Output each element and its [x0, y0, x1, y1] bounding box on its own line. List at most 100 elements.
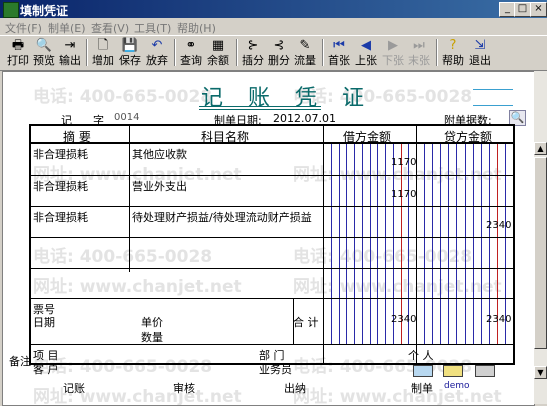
balance-button[interactable]: ▦ 余额 — [206, 37, 230, 68]
prev-icon: ◀ — [361, 38, 371, 53]
total-debit: 2340 — [391, 314, 417, 325]
total-credit: 2340 — [486, 314, 512, 325]
row2-debit[interactable]: 1170 — [391, 189, 416, 200]
title-bar: 填制凭证 _ □ × — [0, 0, 547, 18]
voucher-title: 记 账 凭 证 — [201, 86, 373, 111]
voucher-number-field[interactable]: 0014 — [114, 112, 139, 123]
digit-column-line — [432, 143, 434, 344]
menu-bar: 文件(F) 制单(E) 查看(V) 工具(T) 帮助(H) — [0, 18, 547, 35]
vertical-scrollbar[interactable]: ▲ ▼ — [534, 71, 547, 404]
row-divider — [31, 298, 513, 299]
column-separator — [129, 126, 130, 272]
add-icon: 🗋 — [97, 38, 109, 53]
query-button[interactable]: ⚭ 查询 — [179, 37, 203, 68]
header-row-divider — [31, 142, 513, 144]
digit-column-line — [440, 143, 442, 344]
digit-column-line — [354, 143, 355, 344]
delete-entry-button[interactable]: ⊰ 删分 — [267, 37, 291, 68]
row2-account[interactable]: 营业外支出 — [132, 178, 187, 194]
unit-price-label: 单价 — [141, 316, 163, 329]
toolbar-separator — [436, 39, 438, 66]
first-voucher-button[interactable]: ⏮ 首张 — [327, 37, 351, 68]
bookkeeper-label: 记账 — [63, 382, 85, 395]
app-icon — [3, 2, 19, 18]
toolbar-separator — [322, 39, 324, 66]
watermark-phone: 电话: 400-665-0028 — [33, 87, 213, 107]
cashflow-button[interactable]: ✎ 流量 — [293, 37, 317, 68]
exit-icon: ⇲ — [474, 38, 486, 53]
digit-column-line — [448, 143, 450, 344]
toolbar: 🖶 打印 🔍 预览 ⇥ 输出 🗋 增加 💾 保存 ↶ 放弃 ⚭ 查询 ▦ 余额 … — [0, 35, 547, 71]
toolbar-separator — [236, 39, 238, 66]
digit-column-line — [346, 143, 348, 344]
cashier-label: 出纳 — [284, 382, 306, 395]
watermark-url: 网址: www.chanjet.net — [293, 387, 502, 406]
export-button[interactable]: ⇥ 输出 — [58, 37, 82, 68]
notes-label: 备注 — [9, 355, 31, 368]
row-divider — [31, 268, 513, 269]
prev-voucher-button[interactable]: ◀ 上张 — [354, 37, 378, 68]
add-button[interactable]: 🗋 增加 — [91, 37, 115, 68]
row2-summary[interactable]: 非合理损耗 — [33, 178, 88, 194]
digit-column-line — [377, 143, 379, 344]
save-button[interactable]: 💾 保存 — [118, 37, 142, 68]
balance-icon: ▦ — [211, 38, 225, 53]
maximize-button[interactable]: □ — [514, 2, 531, 17]
column-separator — [293, 298, 294, 344]
row1-summary[interactable]: 非合理损耗 — [33, 146, 88, 162]
person-label: 个 人 — [408, 349, 434, 362]
card-icon[interactable] — [413, 365, 433, 377]
row-divider — [31, 206, 513, 207]
print-button[interactable]: 🖶 打印 — [6, 37, 30, 68]
menu-help[interactable]: 帮助(H) — [177, 20, 216, 36]
last-voucher-button[interactable]: ⏭ 末张 — [407, 37, 431, 68]
digit-column-line — [464, 143, 466, 344]
row3-credit[interactable]: 2340 — [486, 220, 511, 231]
scroll-up-icon[interactable]: ▲ — [534, 142, 547, 155]
help-button[interactable]: ? 帮助 — [441, 37, 465, 68]
date-field-label: 日期 — [33, 316, 55, 329]
digit-column-line — [361, 143, 363, 344]
customer-label: 客 户 — [33, 363, 59, 376]
column-separator — [323, 126, 324, 363]
preview-button[interactable]: 🔍 预览 — [32, 37, 56, 68]
row3-account[interactable]: 待处理财产损益/待处理流动财产损益 — [132, 209, 312, 225]
card-icon[interactable] — [475, 365, 495, 377]
row1-account[interactable]: 其他应收款 — [132, 146, 187, 162]
next-voucher-button[interactable]: ▶ 下张 — [381, 37, 405, 68]
total-label: 合 计 — [293, 316, 319, 329]
total-divider — [31, 344, 513, 345]
undo-icon: ↶ — [151, 38, 163, 53]
last-icon: ⏭ — [413, 38, 425, 53]
menu-file[interactable]: 文件(F) — [5, 20, 42, 36]
next-icon: ▶ — [388, 38, 398, 53]
voucher-entry-grid: 摘 要 科目名称 借方金额 贷方金额 非合理损耗 其他应收款 1170 非合理损… — [29, 124, 515, 365]
menu-edit[interactable]: 制单(E) — [48, 20, 86, 36]
menu-tools[interactable]: 工具(T) — [134, 20, 171, 36]
row1-debit[interactable]: 1170 — [391, 157, 416, 168]
digit-column-line — [456, 143, 458, 344]
voucher-document: 电话: 400-665-0028 电话: 400-665-0028 网址: ww… — [2, 71, 535, 406]
menu-view[interactable]: 查看(V) — [91, 20, 129, 36]
scrollbar-thumb[interactable] — [534, 157, 547, 349]
exit-button[interactable]: ⇲ 退出 — [468, 37, 492, 68]
binoculars-icon: ⚭ — [185, 38, 197, 53]
title-underline — [199, 109, 321, 110]
toolbar-separator — [174, 39, 176, 66]
row3-summary[interactable]: 非合理损耗 — [33, 209, 88, 225]
discard-button[interactable]: ↶ 放弃 — [145, 37, 169, 68]
digit-column-line — [369, 143, 371, 344]
save-icon: 💾 — [121, 38, 139, 53]
digit-column-line — [480, 143, 482, 344]
card-icon[interactable] — [443, 365, 463, 377]
title-underline — [199, 106, 321, 107]
digit-column-line — [385, 143, 386, 344]
delete-row-icon: ⊰ — [273, 38, 285, 53]
scroll-down-icon[interactable]: ▼ — [534, 366, 547, 379]
dotted-line — [473, 89, 513, 90]
close-button[interactable]: × — [530, 2, 547, 17]
row-divider — [31, 175, 513, 176]
preparer-name: demo — [444, 381, 470, 391]
digit-column-line — [330, 143, 332, 344]
insert-entry-button[interactable]: ⊱ 插分 — [241, 37, 265, 68]
